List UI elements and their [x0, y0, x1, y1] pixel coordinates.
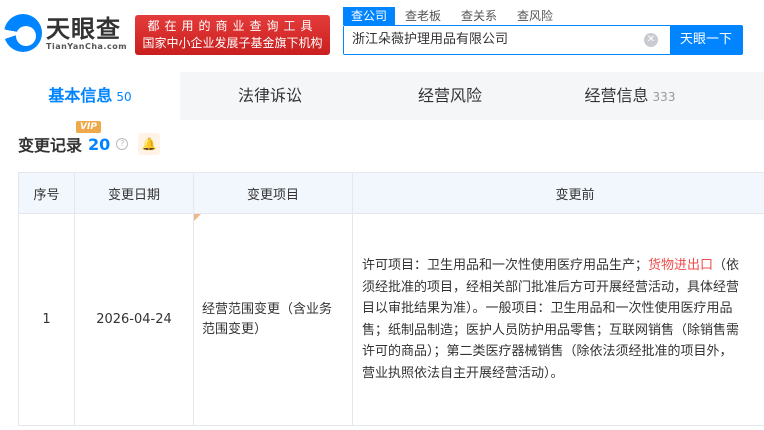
- clear-icon[interactable]: ✕: [644, 33, 658, 47]
- section-title: 变更记录: [18, 136, 83, 155]
- row-item: 经营范围变更（含业务范围变更）: [193, 213, 353, 426]
- col-date: 变更日期: [74, 172, 194, 214]
- before-text: （依: [713, 258, 740, 273]
- before-text: 目以审批结果为准）。一般项目：卫生用品和一次性使用医疗用品: [362, 301, 733, 316]
- tab-label: 经营风险: [417, 86, 482, 105]
- highlight-text: 货物进出口: [648, 258, 714, 273]
- slogan-banner: 都在用的商业查询工具 国家中小企业发展子基金旗下机构: [135, 15, 330, 55]
- bell-icon[interactable]: 🔔: [138, 133, 161, 155]
- row-before: 许可项目：卫生用品和一次性使用医疗用品生产；货物进出口（依 须经批准的项目，经相…: [352, 213, 764, 426]
- slogan-line2: 国家中小企业发展子基金旗下机构: [142, 36, 323, 50]
- logo[interactable]: 天眼查 TianYanCha.com: [4, 14, 127, 52]
- logo-domain: TianYanCha.com: [46, 41, 128, 51]
- tab-legal[interactable]: 法律诉讼: [180, 72, 360, 120]
- search-box: ✕ 天眼一下: [343, 25, 743, 55]
- tab-count: 50: [116, 90, 132, 104]
- header: 天眼查 TianYanCha.com 都在用的商业查询工具 国家中小企业发展子基…: [0, 0, 764, 66]
- before-text: 营业执照依法自主开展经营活动）。: [362, 365, 564, 381]
- col-before: 变更前: [352, 172, 764, 214]
- search-tab-boss[interactable]: 查老板: [395, 7, 451, 25]
- search-input[interactable]: [344, 26, 644, 54]
- table-header-row: 序号 变更日期 变更项目 变更前: [18, 172, 764, 214]
- before-text: 许可的商品）；第二类医疗器械销售（除依法须经批准的项目外，: [362, 344, 733, 359]
- tab-label: 基本信息: [48, 86, 113, 105]
- main-tabs: 基本信息 50 法律诉讼 经营风险 经营信息 333: [0, 72, 764, 120]
- search-tab-company[interactable]: 查公司: [343, 7, 396, 25]
- search-tab-risk[interactable]: 查风险: [507, 7, 563, 25]
- tab-basic-info[interactable]: 基本信息 50: [0, 72, 180, 120]
- tab-label: 法律诉讼: [237, 86, 302, 105]
- col-item: 变更项目: [193, 172, 353, 214]
- tab-business-info[interactable]: 经营信息 333: [540, 72, 720, 120]
- section-count: 20: [88, 134, 111, 154]
- section-header: 变更记录 20 ? 🔔: [18, 132, 161, 156]
- tab-count: 333: [652, 90, 676, 104]
- table-row: 1 2026-04-24 经营范围变更（含业务范围变更） 许可项目：卫生用品和一…: [18, 213, 764, 426]
- col-index: 序号: [18, 172, 75, 214]
- row-index: 1: [18, 213, 75, 426]
- logo-icon: [4, 14, 42, 52]
- search-tab-relation[interactable]: 查关系: [451, 7, 507, 25]
- tab-business-risk[interactable]: 经营风险: [360, 72, 540, 120]
- row-date: 2026-04-24: [74, 213, 194, 426]
- search-type-tabs: 查公司 查老板 查关系 查风险: [343, 7, 563, 25]
- before-text: 须经批准的项目，经相关部门批准后方可开展经营活动，具体经营: [362, 279, 740, 295]
- change-record-table: 序号 变更日期 变更项目 变更前 1 2026-04-24 经营范围变更（含业务…: [18, 172, 764, 426]
- before-text: 售；纸制品制造；医护人员防护用品零售；互联网销售（除销售需: [362, 322, 740, 338]
- logo-name: 天眼查: [46, 14, 121, 43]
- tab-label: 经营信息: [584, 86, 649, 105]
- help-icon[interactable]: ?: [116, 138, 129, 150]
- before-text: 许可项目：卫生用品和一次性使用医疗用品生产；: [362, 258, 649, 273]
- search-button[interactable]: 天眼一下: [670, 26, 742, 54]
- slogan-line1: 都在用的商业查询工具: [147, 19, 318, 33]
